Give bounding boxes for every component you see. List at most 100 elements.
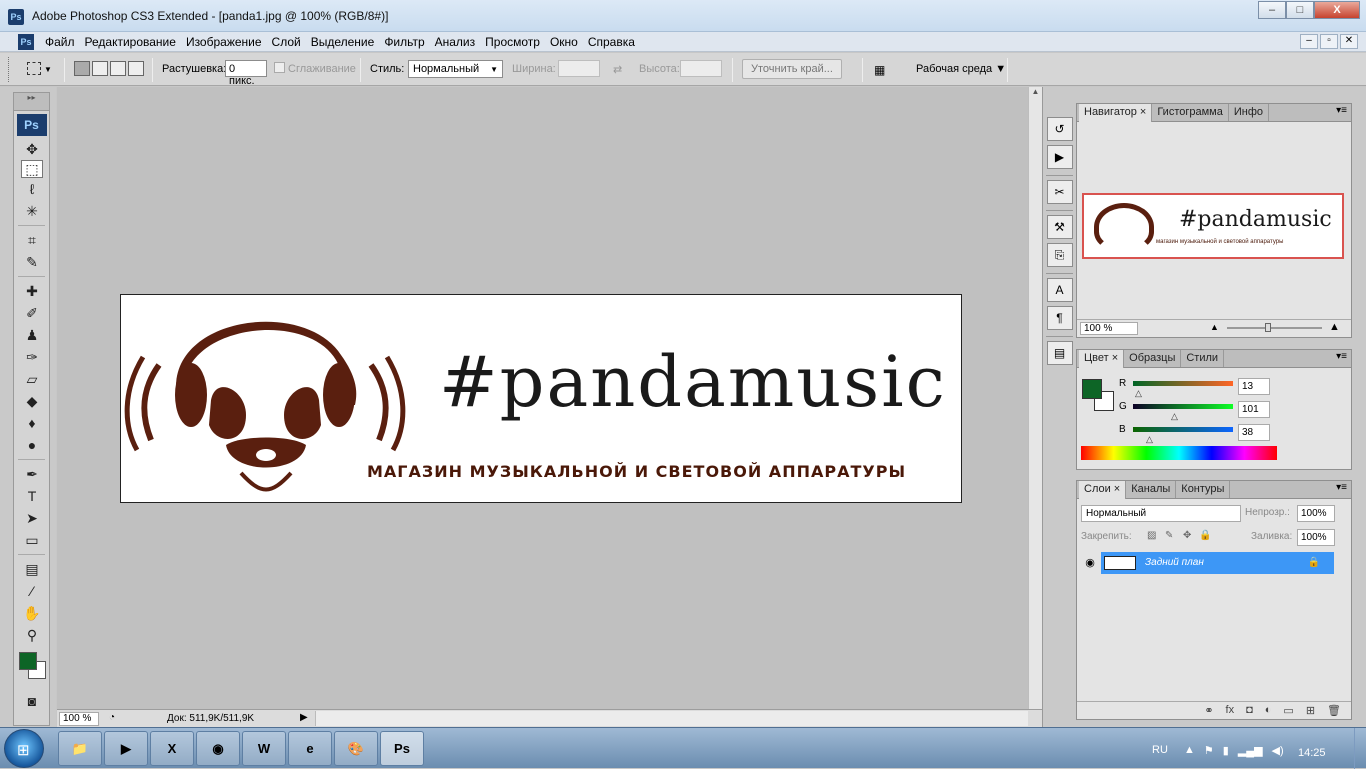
- marquee-icon[interactable]: ⬚: [21, 160, 43, 178]
- dodge-icon[interactable]: ●: [14, 434, 50, 456]
- layer-style-icon[interactable]: fx: [1226, 704, 1235, 717]
- tab-swatches[interactable]: Образцы: [1124, 350, 1182, 367]
- start-button[interactable]: ⊞: [4, 729, 44, 768]
- notes-icon[interactable]: ▤: [14, 558, 50, 580]
- green-slider[interactable]: [1133, 404, 1233, 409]
- panel-menu-icon[interactable]: ▾≡: [1336, 105, 1347, 116]
- adjustment-layer-icon[interactable]: ◐: [1265, 704, 1272, 717]
- actions-icon[interactable]: ▶: [1046, 145, 1073, 169]
- brushes-icon[interactable]: ⚒: [1046, 215, 1073, 239]
- new-layer-icon[interactable]: ⊞: [1306, 704, 1315, 717]
- tool-preset-picker[interactable]: ▼: [22, 60, 52, 78]
- history-brush-icon[interactable]: ✑: [14, 346, 50, 368]
- move-icon[interactable]: ✥: [14, 138, 50, 160]
- panel-menu-icon[interactable]: ▾≡: [1336, 351, 1347, 362]
- refine-edge-button[interactable]: Уточнить край...: [742, 59, 842, 79]
- tab-paths[interactable]: Контуры: [1176, 481, 1231, 498]
- quick-mask-icon[interactable]: ◙: [14, 690, 50, 712]
- hand-icon[interactable]: ✋: [14, 602, 50, 624]
- maximize-button[interactable]: □: [1286, 1, 1314, 19]
- height-input[interactable]: [680, 60, 722, 77]
- action-center-icon[interactable]: ⚑: [1204, 744, 1214, 757]
- layer-row[interactable]: ◉ Задний план 🔒: [1079, 552, 1334, 574]
- volume-icon[interactable]: ◀): [1272, 744, 1284, 757]
- layer-mask-icon[interactable]: ◘: [1246, 704, 1253, 717]
- menu-view[interactable]: Просмотр: [480, 35, 545, 49]
- tab-channels[interactable]: Каналы: [1126, 481, 1177, 498]
- ie-icon[interactable]: e: [288, 731, 332, 766]
- tab-info[interactable]: Инфо: [1229, 104, 1270, 121]
- menu-file[interactable]: Файл: [40, 35, 80, 49]
- menu-select[interactable]: Выделение: [306, 35, 380, 49]
- zoom-in-icon[interactable]: ▲: [1329, 321, 1340, 333]
- workspace-button[interactable]: Рабочая среда ▼: [916, 63, 1006, 75]
- type-icon[interactable]: T: [14, 485, 50, 507]
- status-options-icon[interactable]: ◔: [109, 712, 115, 723]
- options-grip[interactable]: [8, 57, 11, 82]
- ps-logo[interactable]: Ps: [16, 114, 47, 136]
- path-select-icon[interactable]: ➤: [14, 507, 50, 529]
- style-select[interactable]: Нормальный ▼: [408, 60, 503, 78]
- tool-presets-icon[interactable]: ✂: [1046, 180, 1073, 204]
- doc-close-button[interactable]: ✕: [1340, 34, 1358, 49]
- delete-layer-icon[interactable]: 🗑: [1327, 704, 1341, 717]
- link-layers-icon[interactable]: ⚭: [1204, 704, 1213, 717]
- shape-icon[interactable]: ▭: [14, 529, 50, 551]
- media-icon[interactable]: ▶: [104, 731, 148, 766]
- document-image[interactable]: #pandamusic МАГАЗИН МУЗЫКАЛЬНОЙ И СВЕТОВ…: [120, 294, 962, 503]
- lasso-icon[interactable]: ℓ: [14, 178, 50, 200]
- red-slider-thumb[interactable]: △: [1135, 388, 1142, 399]
- eyedropper-icon[interactable]: ⁄: [14, 580, 50, 602]
- new-selection-icon[interactable]: [74, 61, 90, 76]
- panel-menu-icon[interactable]: ▾≡: [1336, 482, 1347, 493]
- menu-window[interactable]: Окно: [545, 35, 583, 49]
- width-input[interactable]: [558, 60, 600, 77]
- stamp-icon[interactable]: ♟: [14, 324, 50, 346]
- tab-color[interactable]: Цвет ×: [1079, 350, 1125, 368]
- photoshop-icon[interactable]: Ps: [380, 731, 424, 766]
- red-value[interactable]: 13: [1238, 378, 1270, 395]
- pen-icon[interactable]: ✒: [14, 463, 50, 485]
- lock-position-icon[interactable]: ✥: [1183, 530, 1191, 541]
- eraser-icon[interactable]: ▱: [14, 368, 50, 390]
- navigator-zoom[interactable]: 100 %: [1080, 322, 1138, 335]
- blur-icon[interactable]: ♦: [14, 412, 50, 434]
- show-desktop-button[interactable]: [1354, 728, 1366, 769]
- brush-icon[interactable]: ✐: [14, 302, 50, 324]
- word-icon[interactable]: W: [242, 731, 286, 766]
- language-indicator[interactable]: RU: [1152, 744, 1168, 756]
- zoom-out-icon[interactable]: ▲: [1210, 322, 1219, 332]
- folder-icon[interactable]: 📁: [58, 731, 102, 766]
- foreground-swatch[interactable]: [1082, 379, 1102, 399]
- paint-icon[interactable]: 🎨: [334, 731, 378, 766]
- layer-comps-icon[interactable]: ▤: [1046, 341, 1073, 365]
- excel-icon[interactable]: X: [150, 731, 194, 766]
- doc-minimize-button[interactable]: –: [1300, 34, 1318, 49]
- menu-filter[interactable]: Фильтр: [379, 35, 429, 49]
- menu-layer[interactable]: Слой: [267, 35, 306, 49]
- zoom-slider[interactable]: [1227, 327, 1322, 329]
- opacity-input[interactable]: 100%: [1297, 505, 1335, 522]
- close-button[interactable]: X: [1314, 1, 1360, 19]
- clock[interactable]: 14:25: [1298, 747, 1326, 759]
- zoom-icon[interactable]: ⚲: [14, 624, 50, 646]
- chrome-icon[interactable]: ◉: [196, 731, 240, 766]
- crop-icon[interactable]: ⌗: [14, 229, 50, 251]
- green-value[interactable]: 101: [1238, 401, 1270, 418]
- new-group-icon[interactable]: ▭: [1283, 704, 1293, 717]
- character-icon[interactable]: A: [1046, 278, 1073, 302]
- green-slider-thumb[interactable]: △: [1171, 411, 1178, 422]
- paragraph-icon[interactable]: ¶: [1046, 306, 1073, 330]
- foreground-color[interactable]: [19, 652, 37, 670]
- clone-source-icon[interactable]: ⎘: [1046, 243, 1073, 267]
- lock-all-icon[interactable]: 🔒: [1199, 530, 1211, 541]
- visibility-eye-icon[interactable]: ◉: [1079, 552, 1101, 574]
- antialias-checkbox[interactable]: [274, 62, 285, 73]
- red-slider[interactable]: [1133, 381, 1233, 386]
- lock-transparency-icon[interactable]: ▨: [1147, 530, 1156, 541]
- tab-layers[interactable]: Слои ×: [1079, 481, 1127, 499]
- lock-pixels-icon[interactable]: ✎: [1165, 530, 1173, 541]
- menu-image[interactable]: Изображение: [181, 35, 267, 49]
- tab-styles[interactable]: Стили: [1181, 350, 1225, 367]
- healing-icon[interactable]: ✚: [14, 280, 50, 302]
